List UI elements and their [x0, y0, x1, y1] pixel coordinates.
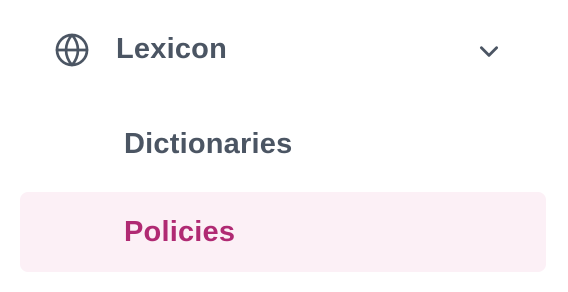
chevron-down-icon[interactable]: [476, 38, 502, 64]
nav-item-label: Policies: [124, 216, 236, 248]
nav-group-lexicon[interactable]: Lexicon: [20, 12, 546, 86]
nav-item-dictionaries[interactable]: Dictionaries: [20, 104, 546, 184]
nav-item-label: Dictionaries: [124, 128, 293, 160]
nav-item-policies[interactable]: Policies: [20, 192, 546, 272]
sidebar-nav: Lexicon Dictionaries Policies: [0, 0, 568, 292]
nav-group-label: Lexicon: [116, 33, 227, 65]
globe-icon: [55, 33, 89, 67]
